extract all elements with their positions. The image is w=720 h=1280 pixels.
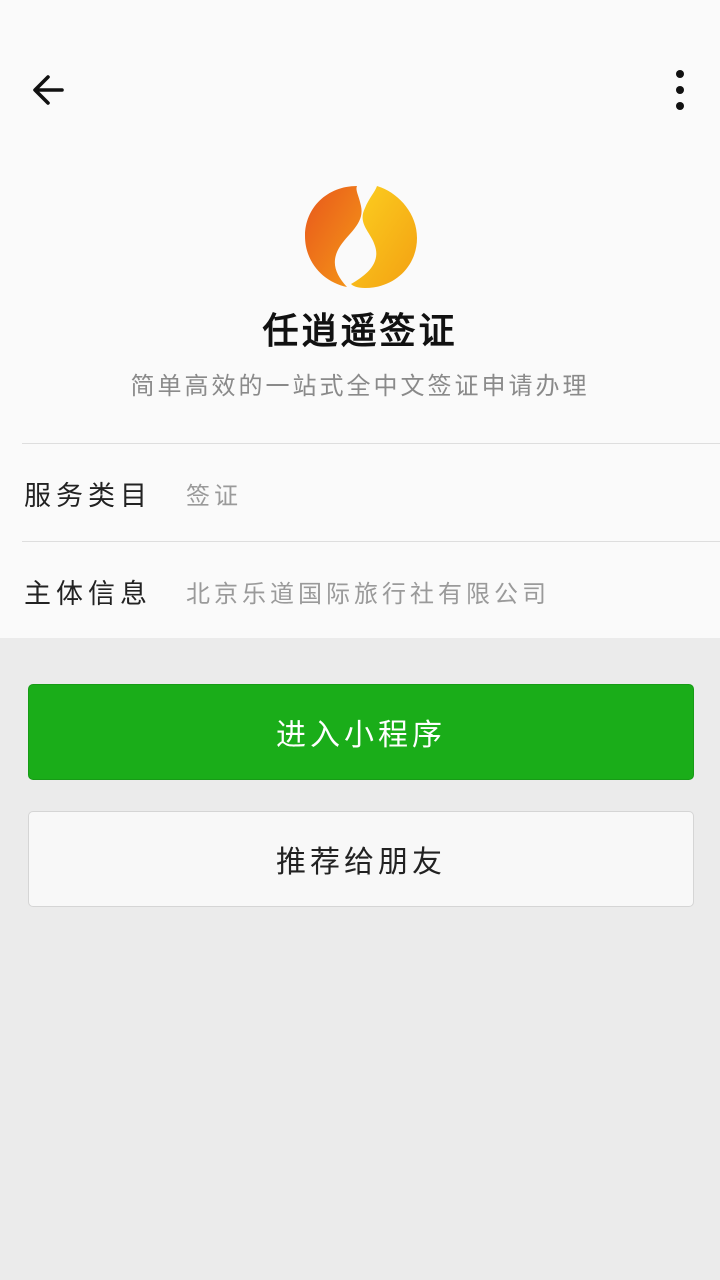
- entity-info-value: 北京乐道国际旅行社有限公司: [186, 580, 550, 608]
- nav-bar: [0, 50, 720, 130]
- service-category-value: 签证: [186, 482, 242, 510]
- enter-mini-program-button[interactable]: 进入小程序: [28, 684, 694, 780]
- entity-info-label: 主体信息: [24, 579, 152, 610]
- service-category-row: 服务类目 签证: [0, 444, 720, 540]
- back-button[interactable]: [20, 64, 76, 116]
- arrow-left-icon: [33, 75, 64, 105]
- service-category-label: 服务类目: [24, 481, 152, 512]
- more-button[interactable]: [660, 64, 700, 116]
- recommend-to-friend-button[interactable]: 推荐给朋友: [28, 811, 694, 907]
- entity-info-row[interactable]: 主体信息 北京乐道国际旅行社有限公司: [0, 542, 720, 638]
- more-vertical-icon: [676, 70, 684, 110]
- app-description: 简单高效的一站式全中文签证申请办理: [130, 372, 590, 400]
- app-name: 任逍遥签证: [262, 311, 458, 352]
- app-logo: [305, 186, 417, 288]
- profile-panel: 任逍遥签证 简单高效的一站式全中文签证申请办理 服务类目 签证 主体信息 北京乐…: [0, 0, 720, 638]
